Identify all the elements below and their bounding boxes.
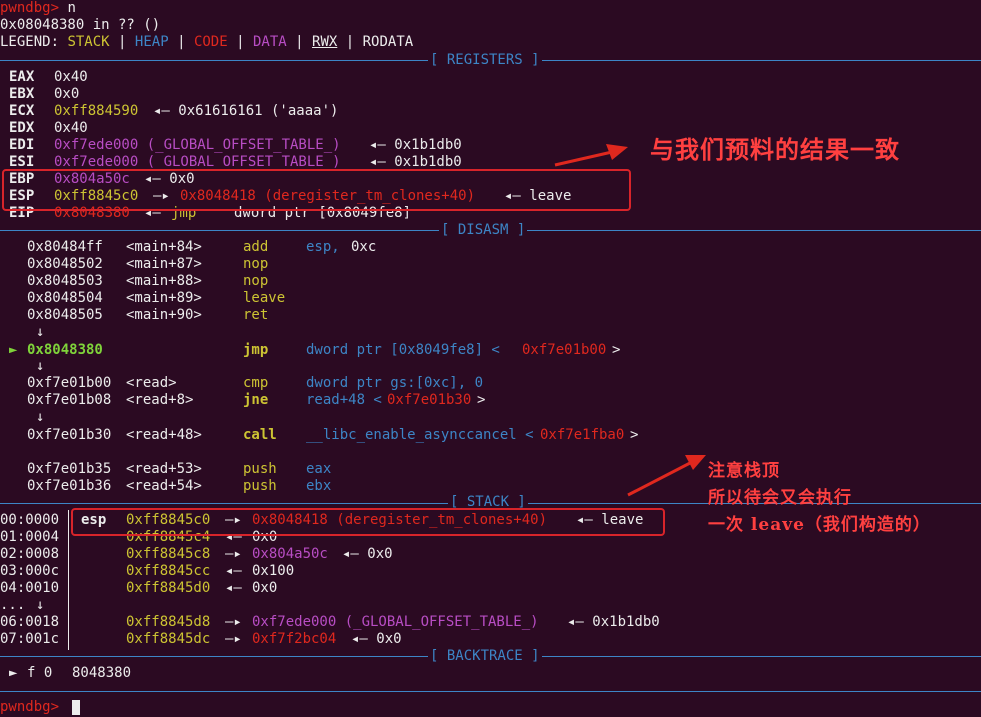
annotation-note-2-line-1: 注意栈顶 xyxy=(708,461,780,481)
annotation-arrow-2 xyxy=(627,460,693,497)
annotation-note-2-line-3: 一次 leave（我们构造的） xyxy=(708,515,931,535)
annotation-note-1: 与我们预料的结果一致 xyxy=(650,135,900,164)
arrow-head-icon xyxy=(606,144,628,160)
annotation-arrows xyxy=(554,144,706,497)
annotation-arrow-1 xyxy=(554,150,613,167)
annotation-note-2-line-2: 所以待会又会执行 xyxy=(708,488,852,508)
